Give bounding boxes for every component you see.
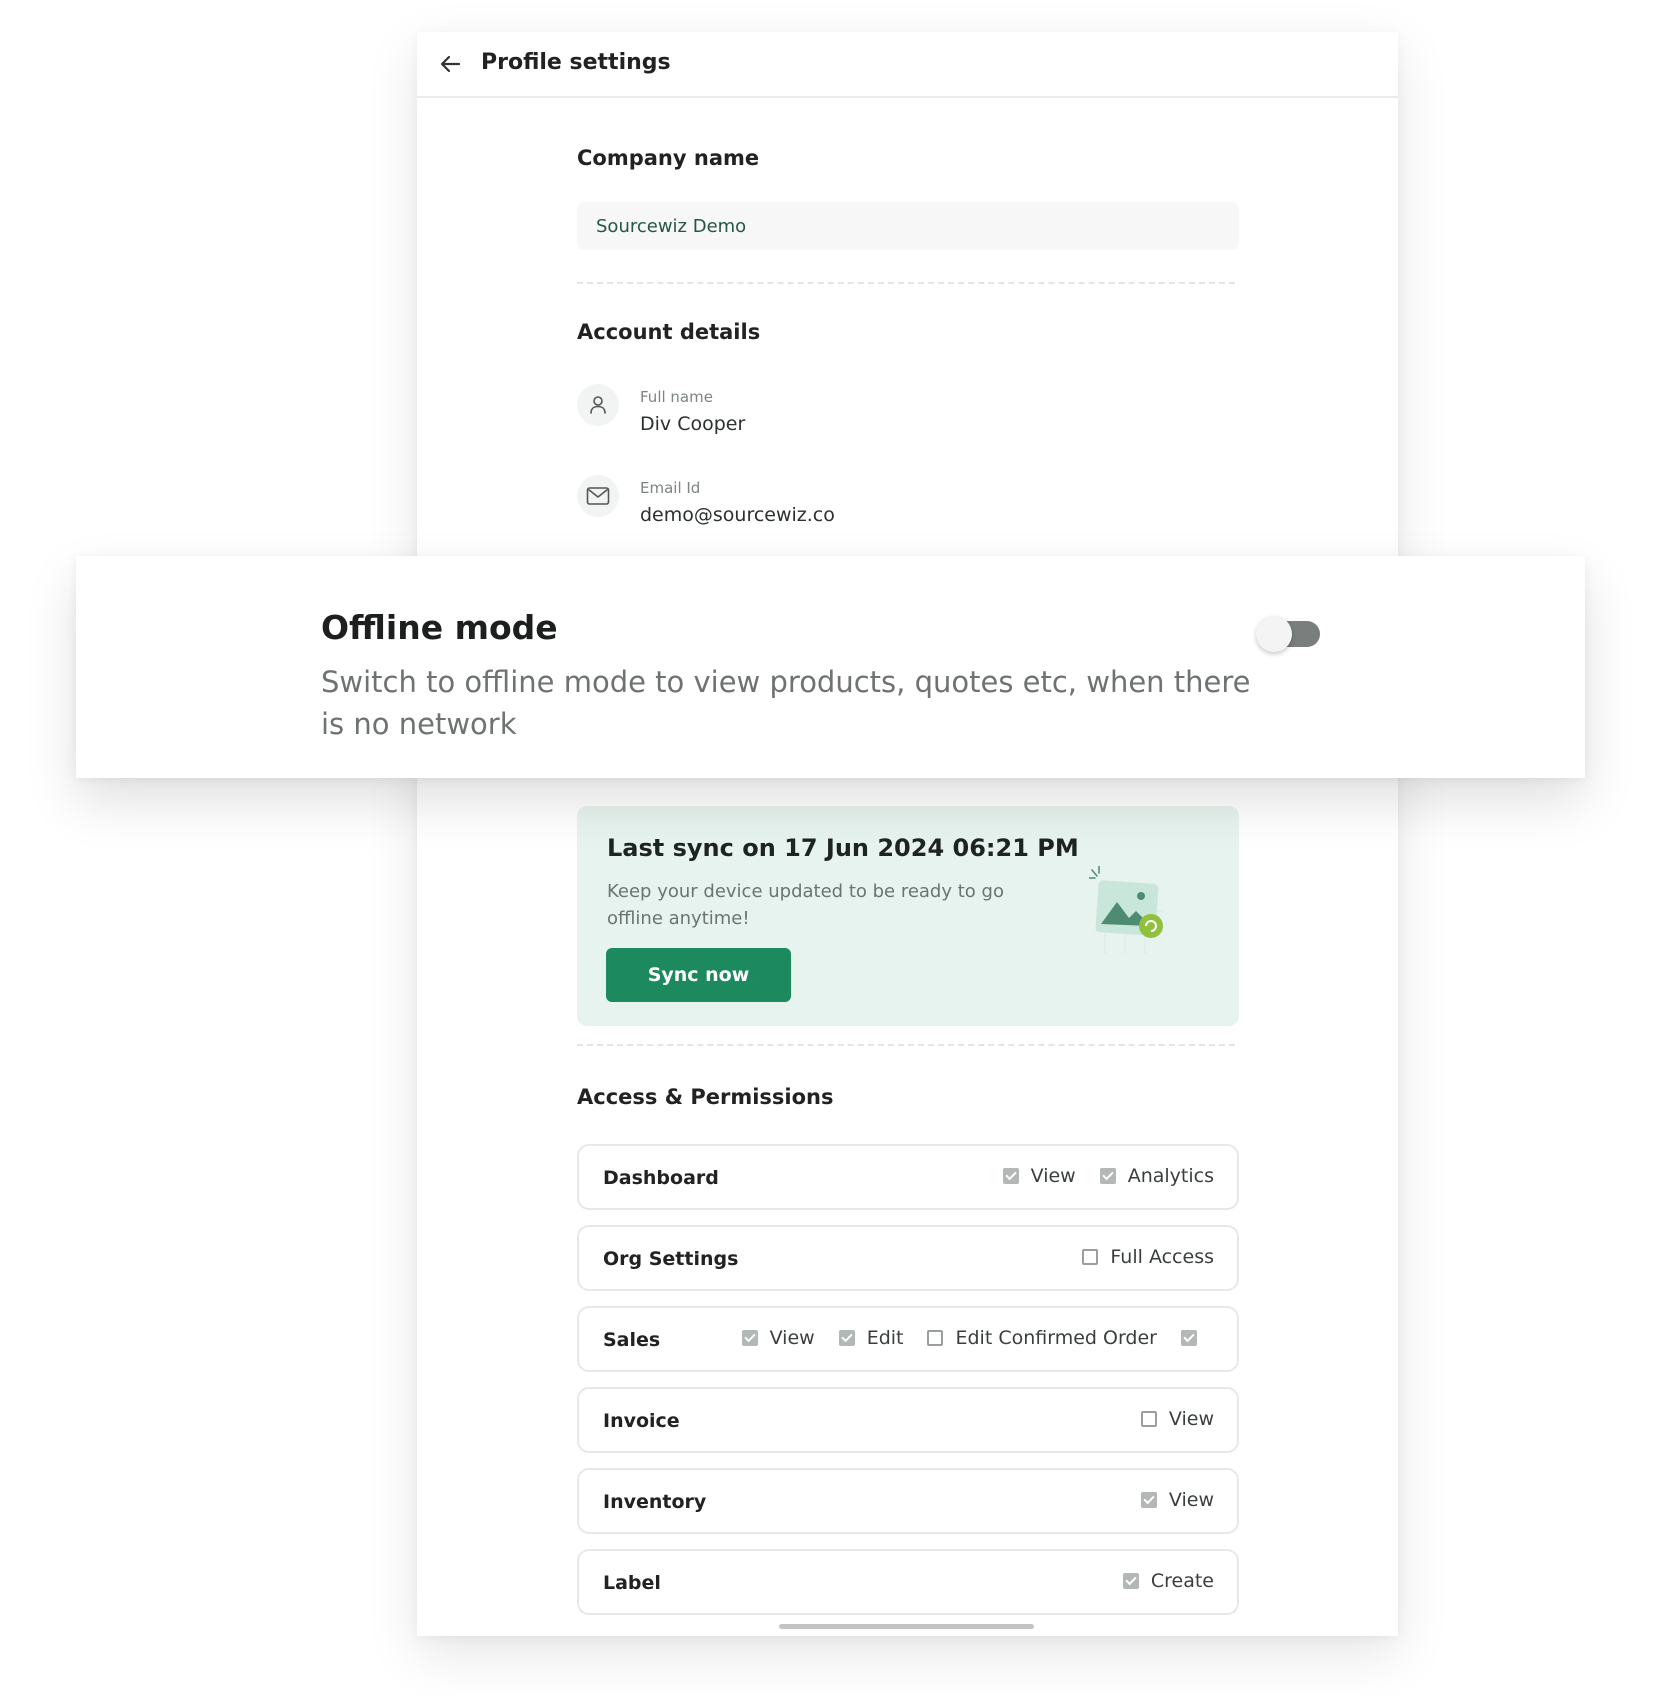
toggle-knob xyxy=(1256,616,1292,652)
sync-description: Keep your device updated to be ready to … xyxy=(607,881,1004,929)
arrow-left-icon xyxy=(440,55,461,73)
permission-option[interactable]: Edit xyxy=(838,1327,904,1349)
full-name-label: Full name xyxy=(640,388,713,406)
back-button[interactable] xyxy=(437,50,465,78)
permission-row: Inventory View xyxy=(577,1468,1239,1534)
permission-name: Sales xyxy=(603,1329,661,1351)
company-name-input[interactable] xyxy=(577,202,1239,250)
last-sync-title: Last sync on 17 Jun 2024 06:21 PM xyxy=(607,834,1079,862)
permission-options: View Edit Edit Confirmed Order xyxy=(718,1327,1157,1349)
permission-option-label: View xyxy=(1168,1408,1214,1430)
permission-option-label: View xyxy=(1030,1165,1076,1187)
email-label: Email Id xyxy=(640,479,701,497)
permission-option[interactable]: View xyxy=(741,1327,815,1349)
permission-row: Invoice View xyxy=(577,1387,1239,1453)
company-name-heading: Company name xyxy=(577,146,760,170)
permission-option[interactable]: View xyxy=(1140,1489,1214,1511)
checkbox-checked[interactable] xyxy=(1099,1168,1116,1184)
checkbox-checked[interactable] xyxy=(838,1330,855,1346)
permission-option[interactable]: View xyxy=(1140,1408,1214,1430)
user-icon xyxy=(577,384,619,426)
email-value: demo@sourcewiz.co xyxy=(640,504,835,526)
permission-option-label: Full Access xyxy=(1110,1246,1214,1268)
offline-mode-toggle[interactable] xyxy=(1256,616,1320,652)
permission-option[interactable]: Create xyxy=(1122,1570,1214,1592)
checkbox-unchecked[interactable] xyxy=(1082,1249,1099,1265)
permission-option[interactable]: Analytics xyxy=(1099,1165,1214,1187)
checkbox-checked[interactable] xyxy=(1140,1492,1157,1508)
overflow-checkbox[interactable] xyxy=(1181,1330,1197,1346)
permission-options: Full Access xyxy=(1058,1246,1214,1268)
permission-option-label: View xyxy=(769,1327,815,1349)
checkbox-checked[interactable] xyxy=(1122,1573,1139,1589)
profile-settings-panel: Profile settings Company name Account de… xyxy=(417,32,1398,1636)
sync-now-button[interactable]: Sync now xyxy=(606,948,791,1002)
permission-option[interactable]: Full Access xyxy=(1082,1246,1214,1268)
checkbox-unchecked[interactable] xyxy=(1140,1411,1157,1427)
permission-name: Invoice xyxy=(603,1410,680,1432)
permission-option-label: Create xyxy=(1150,1570,1214,1592)
divider xyxy=(577,1044,1235,1046)
offline-mode-description: Switch to offline mode to view products,… xyxy=(321,665,1251,741)
checkbox-unchecked[interactable] xyxy=(927,1330,944,1346)
permission-option-label: Analytics xyxy=(1127,1165,1214,1187)
divider xyxy=(577,282,1235,284)
checkbox-checked[interactable] xyxy=(741,1330,758,1346)
offline-mode-card: Offline mode Switch to offline mode to v… xyxy=(76,556,1585,778)
permission-option[interactable]: View xyxy=(1002,1165,1076,1187)
permission-option[interactable]: Edit Confirmed Order xyxy=(927,1327,1157,1349)
permission-row: Label Create xyxy=(577,1549,1239,1615)
permission-options: View Analytics xyxy=(979,1165,1214,1187)
permission-options: Create xyxy=(1099,1570,1214,1592)
permission-row: Dashboard View Analytics xyxy=(577,1144,1239,1210)
permission-name: Inventory xyxy=(603,1491,707,1513)
permission-options: View xyxy=(1117,1408,1214,1430)
home-indicator xyxy=(779,1624,1034,1629)
permission-name: Label xyxy=(603,1572,661,1594)
full-name-value: Div Cooper xyxy=(640,413,746,435)
permission-row: Sales View Edit Edit Confirmed Order xyxy=(577,1306,1239,1372)
permission-options: View xyxy=(1117,1489,1214,1511)
sync-illustration-icon xyxy=(1089,866,1165,954)
access-permissions-heading: Access & Permissions xyxy=(577,1085,834,1109)
permission-option-label: Edit Confirmed Order xyxy=(955,1327,1157,1349)
mail-icon xyxy=(577,475,619,517)
header: Profile settings xyxy=(417,32,1398,98)
permission-row: Org Settings Full Access xyxy=(577,1225,1239,1291)
offline-mode-title: Offline mode xyxy=(321,608,558,647)
checkbox-checked[interactable] xyxy=(1002,1168,1019,1184)
permission-name: Org Settings xyxy=(603,1248,739,1270)
account-details-heading: Account details xyxy=(577,320,761,344)
sync-card: Last sync on 17 Jun 2024 06:21 PM Keep y… xyxy=(577,806,1239,1026)
permission-name: Dashboard xyxy=(603,1167,719,1189)
page-title: Profile settings xyxy=(481,50,671,75)
permission-option-label: View xyxy=(1168,1489,1214,1511)
permission-option-label: Edit xyxy=(866,1327,904,1349)
